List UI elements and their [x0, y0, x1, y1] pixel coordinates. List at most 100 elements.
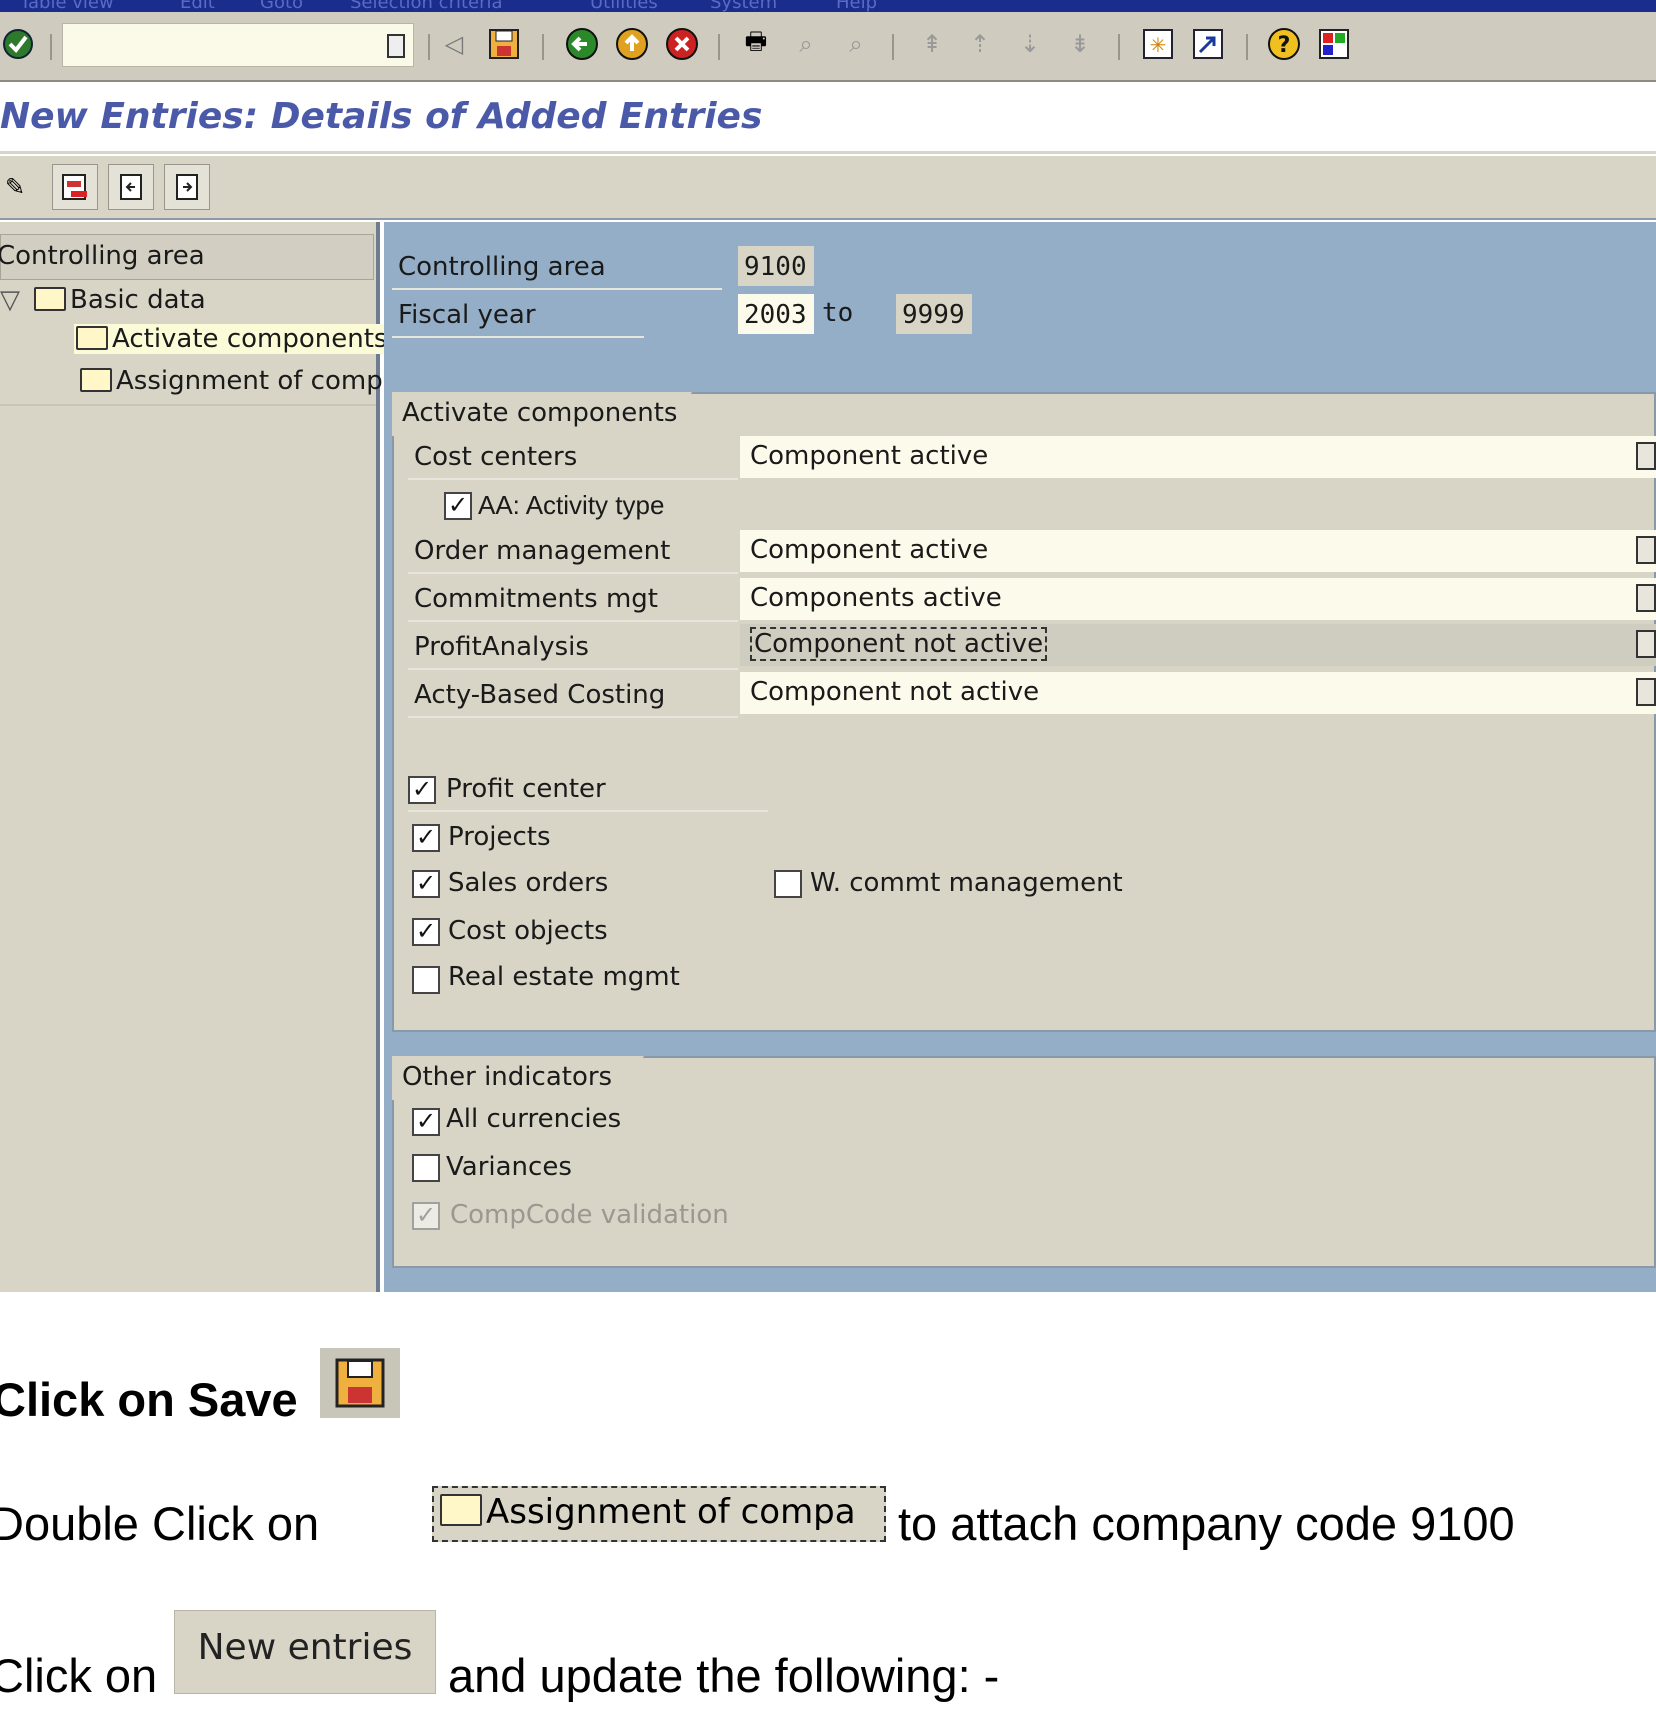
fiscal-year-to-value: 9999	[896, 294, 972, 334]
variances-checkbox[interactable]	[412, 1154, 440, 1182]
order-management-select[interactable]: Component active	[740, 530, 1656, 572]
save-icon[interactable]	[486, 26, 522, 62]
help-icon[interactable]: ?	[1266, 26, 1302, 62]
acty-based-costing-label: Acty-Based Costing	[414, 680, 666, 710]
find-next-icon[interactable]: ⌕	[838, 26, 874, 62]
all-currencies-checkbox[interactable]: ✓	[412, 1108, 440, 1136]
toolbar-separator	[542, 34, 544, 60]
dropdown-icon[interactable]	[1636, 584, 1656, 612]
previous-entry-icon[interactable]	[108, 164, 154, 210]
fiscal-year-label: Fiscal year	[398, 300, 536, 330]
dropdown-icon[interactable]	[1636, 536, 1656, 564]
commitments-mgt-label: Commitments mgt	[414, 584, 658, 614]
toolbar-separator	[428, 34, 430, 60]
delete-entry-icon[interactable]	[52, 164, 98, 210]
cost-objects-checkbox[interactable]: ✓	[412, 918, 440, 946]
projects-label: Projects	[448, 822, 551, 852]
activity-type-label: AA: Activity type	[478, 490, 665, 520]
back-arrow-icon[interactable]: ◁	[436, 26, 472, 62]
tree-divider	[0, 404, 376, 406]
exit-icon[interactable]	[614, 26, 650, 62]
commitments-mgt-select[interactable]: Components active	[740, 578, 1656, 620]
cancel-icon[interactable]	[664, 26, 700, 62]
dropdown-icon[interactable]	[1636, 442, 1656, 470]
cost-centers-select[interactable]: Component active	[740, 436, 1656, 478]
toolbar-separator	[718, 34, 720, 60]
label-underline	[408, 668, 738, 670]
page-title: New Entries: Details of Added Entries	[0, 96, 763, 137]
select-value: Component active	[750, 441, 989, 471]
expand-triangle-icon[interactable]: ▽	[0, 285, 20, 315]
open-folder-icon	[76, 326, 108, 350]
compcode-validation-label: CompCode validation	[450, 1200, 729, 1230]
command-field[interactable]	[62, 23, 414, 67]
tree-node-basic-data[interactable]: ▽ Basic data	[0, 285, 206, 315]
next-entry-icon[interactable]	[164, 164, 210, 210]
label-underline	[408, 810, 768, 812]
last-page-icon[interactable]: ⇟	[1062, 26, 1098, 62]
assignment-node-image: Assignment of compa	[432, 1486, 886, 1542]
profit-analysis-select[interactable]: Component not active	[740, 624, 1656, 666]
label-underline	[408, 478, 738, 480]
cost-objects-label: Cost objects	[448, 916, 608, 946]
first-page-icon[interactable]: ⇞	[914, 26, 950, 62]
group-title-label: Activate components	[402, 398, 678, 428]
profit-center-label: Profit center	[446, 774, 606, 804]
w-commt-management-label: W. commt management	[810, 868, 1123, 898]
fiscal-year-from-field[interactable]: 2003	[738, 294, 814, 334]
dropdown-icon[interactable]	[1636, 630, 1656, 658]
instruction-attach-text: to attach company code 9100	[898, 1497, 1515, 1550]
command-dropdown-icon[interactable]	[387, 34, 405, 58]
save-icon	[320, 1348, 400, 1418]
sales-orders-checkbox[interactable]: ✓	[412, 870, 440, 898]
real-estate-mgmt-checkbox[interactable]	[412, 966, 440, 994]
application-toolbar: ✎	[0, 156, 1656, 220]
shortcut-icon[interactable]	[1190, 26, 1226, 62]
layout-menu-icon[interactable]	[1316, 26, 1352, 62]
order-management-label: Order management	[414, 536, 671, 566]
tree-node-label: Activate components.	[112, 324, 396, 354]
tree-node-activate-components[interactable]: Activate components.	[74, 324, 398, 354]
label-underline	[408, 716, 738, 718]
create-session-icon[interactable]: ✳	[1140, 26, 1176, 62]
next-page-icon[interactable]: ⇣	[1012, 26, 1048, 62]
folder-icon	[440, 1494, 482, 1526]
controlling-area-value: 9100	[738, 246, 814, 286]
acty-based-costing-select[interactable]: Component not active	[740, 672, 1656, 714]
profit-analysis-label: ProfitAnalysis	[414, 632, 589, 662]
group-title-other: Other indicators	[392, 1056, 644, 1100]
dropdown-icon[interactable]	[1636, 678, 1656, 706]
activity-type-checkbox[interactable]: ✓	[444, 492, 472, 520]
label-underline	[408, 572, 738, 574]
select-value: Component not active	[750, 677, 1040, 707]
assignment-label: Assignment of compa	[486, 1492, 856, 1532]
instruction-update-text: and update the following: -	[448, 1649, 1000, 1702]
display-change-icon[interactable]: ✎	[0, 164, 38, 210]
find-icon[interactable]: ⌕	[788, 26, 824, 62]
print-icon[interactable]: 🖶	[738, 26, 774, 62]
controlling-area-label: Controlling area	[398, 252, 606, 282]
toolbar-separator	[892, 34, 894, 60]
enter-check-icon[interactable]	[0, 26, 36, 62]
projects-checkbox[interactable]: ✓	[412, 824, 440, 852]
label-underline	[392, 336, 644, 338]
tree-node-label: Basic data	[70, 285, 206, 315]
to-label: to	[822, 298, 854, 328]
profit-center-checkbox[interactable]: ✓	[408, 776, 436, 804]
folder-icon	[34, 287, 66, 311]
tree-node-label: Assignment of comp	[116, 366, 383, 396]
toolbar-separator	[50, 34, 52, 60]
label-underline	[408, 620, 738, 622]
w-commt-management-checkbox[interactable]	[774, 870, 802, 898]
back-icon[interactable]	[564, 26, 600, 62]
svg-text:?: ?	[1278, 33, 1291, 58]
previous-page-icon[interactable]: ⇡	[962, 26, 998, 62]
select-value: Component active	[750, 535, 989, 565]
tree-header: Controlling area	[0, 234, 374, 280]
tree-node-assignment[interactable]: Assignment of comp	[80, 366, 383, 396]
new-entries-button-image: New entries	[174, 1610, 436, 1694]
group-title-label: Other indicators	[402, 1062, 613, 1092]
compcode-validation-checkbox: ✓	[412, 1202, 440, 1230]
label-underline	[392, 288, 722, 290]
toolbar-separator	[1246, 34, 1248, 60]
